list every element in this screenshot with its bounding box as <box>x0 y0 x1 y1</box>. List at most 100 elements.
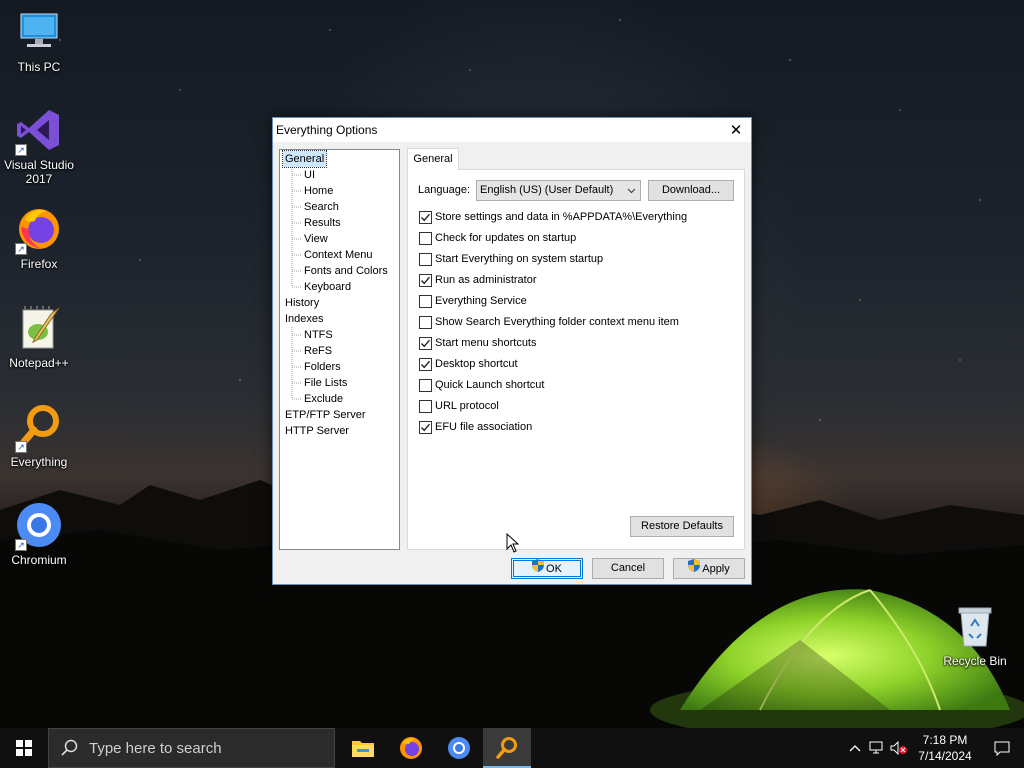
desktop-icon-notepadpp[interactable]: Notepad++ <box>0 304 78 370</box>
tree-item-indexes[interactable]: Indexes <box>283 311 326 327</box>
checkmark-icon <box>420 423 431 431</box>
recycle-bin-icon <box>951 602 999 650</box>
this-pc-icon <box>15 8 63 56</box>
language-value: English (US) (User Default) <box>480 184 614 196</box>
close-button[interactable]: ✕ <box>721 118 751 142</box>
checkbox-checked[interactable] <box>419 210 432 224</box>
tree-item-ui[interactable]: UI <box>302 167 317 183</box>
option-row[interactable]: EFU file association <box>419 419 532 435</box>
option-row[interactable]: Desktop shortcut <box>419 356 518 372</box>
checkbox-unchecked[interactable] <box>419 231 432 245</box>
shortcut-arrow-icon: ↗ <box>15 243 27 255</box>
tree-item-fonts-and-colors[interactable]: Fonts and Colors <box>302 263 390 279</box>
option-label: Check for updates on startup <box>435 232 577 244</box>
chromium-icon: ↗ <box>15 501 63 551</box>
chevron-up-icon[interactable] <box>844 744 866 752</box>
tree-item-keyboard[interactable]: Keyboard <box>302 279 353 295</box>
option-label: Everything Service <box>435 295 527 307</box>
options-tree[interactable]: General UI Home Search Results View Cont… <box>279 149 400 550</box>
option-row[interactable]: Run as administrator <box>419 272 537 288</box>
download-button[interactable]: Download... <box>648 180 734 201</box>
chromium-icon <box>448 737 470 759</box>
desktop-icon-label: Chromium <box>11 553 67 567</box>
option-row[interactable]: Everything Service <box>419 293 527 309</box>
everything-icon: ↗ <box>15 403 63 453</box>
ok-button[interactable]: OK <box>511 558 583 579</box>
option-label: EFU file association <box>435 421 533 433</box>
option-row[interactable]: Start Everything on system startup <box>419 251 603 267</box>
checkmark-icon <box>420 339 431 347</box>
option-row[interactable]: Start menu shortcuts <box>419 335 537 351</box>
start-button[interactable] <box>0 728 48 768</box>
taskbar-app-firefox[interactable] <box>387 728 435 768</box>
checkmark-icon <box>420 360 431 368</box>
desktop-icon-chromium[interactable]: ↗ Chromium <box>0 501 78 567</box>
taskbar-app-chromium[interactable] <box>435 728 483 768</box>
network-icon[interactable] <box>866 741 888 755</box>
option-label: Run as administrator <box>435 274 537 286</box>
taskbar-search-box[interactable]: Type here to search <box>48 728 335 768</box>
checkbox-unchecked[interactable] <box>419 294 432 308</box>
tree-item-ntfs[interactable]: NTFS <box>302 327 335 343</box>
tree-item-results[interactable]: Results <box>302 215 343 231</box>
restore-defaults-button[interactable]: Restore Defaults <box>630 516 734 537</box>
firefox-icon: ↗ <box>15 205 63 255</box>
option-row[interactable]: Store settings and data in %APPDATA%\Eve… <box>419 209 687 225</box>
tree-item-refs[interactable]: ReFS <box>302 343 334 359</box>
taskbar-clock[interactable]: 7:18 PM 7/14/2024 <box>910 732 980 764</box>
uac-shield-icon <box>688 559 701 579</box>
dialog-titlebar[interactable]: Everything Options ✕ <box>273 118 751 142</box>
tab-general[interactable]: General <box>407 148 459 170</box>
checkbox-unchecked[interactable] <box>419 252 432 266</box>
folder-icon <box>352 741 374 757</box>
checkbox-unchecked[interactable] <box>419 315 432 329</box>
checkbox-unchecked[interactable] <box>419 399 432 413</box>
tree-item-history[interactable]: History <box>283 295 321 311</box>
desktop-icon-this-pc[interactable]: This PC <box>0 8 78 74</box>
desktop-icon-label: Visual Studio 2017 <box>4 158 74 186</box>
taskbar: Type here to search 7:18 PM 7/14/2024 <box>0 728 1024 768</box>
language-label: Language: <box>418 184 470 196</box>
tree-item-context-menu[interactable]: Context Menu <box>302 247 374 263</box>
desktop-icon-visual-studio[interactable]: ↗ Visual Studio 2017 <box>0 106 78 186</box>
windows-logo-icon <box>16 740 32 756</box>
language-select[interactable]: English (US) (User Default) <box>476 180 641 201</box>
tree-item-file-lists[interactable]: File Lists <box>302 375 349 391</box>
option-row[interactable]: Check for updates on startup <box>419 230 576 246</box>
taskbar-app-everything[interactable] <box>483 728 531 768</box>
everything-icon <box>496 737 517 759</box>
notepadpp-icon <box>15 304 63 352</box>
option-row[interactable]: Show Search Everything folder context me… <box>419 314 679 330</box>
desktop-icon-everything[interactable]: ↗ Everything <box>0 403 78 469</box>
checkbox-checked[interactable] <box>419 420 432 434</box>
desktop-icon-recycle-bin[interactable]: Recycle Bin <box>936 602 1014 668</box>
apply-button[interactable]: Apply <box>673 558 745 579</box>
desktop-icon-firefox[interactable]: ↗ Firefox <box>0 205 78 271</box>
close-icon: ✕ <box>729 122 743 139</box>
clock-time: 7:18 PM <box>922 733 968 747</box>
option-row[interactable]: URL protocol <box>419 398 499 414</box>
tree-item-search[interactable]: Search <box>302 199 341 215</box>
checkbox-checked[interactable] <box>419 357 432 371</box>
tree-item-exclude[interactable]: Exclude <box>302 391 345 407</box>
tree-item-home[interactable]: Home <box>302 183 335 199</box>
tree-item-folders[interactable]: Folders <box>302 359 343 375</box>
mouse-cursor-icon <box>506 533 520 553</box>
clock-date: 7/14/2024 <box>918 749 972 763</box>
search-placeholder: Type here to search <box>89 739 222 757</box>
notifications-icon[interactable] <box>980 740 1024 756</box>
tree-item-http-server[interactable]: HTTP Server <box>283 423 351 439</box>
desktop-icon-label: Recycle Bin <box>943 654 1007 668</box>
tree-item-etp-ftp-server[interactable]: ETP/FTP Server <box>283 407 367 423</box>
tree-item-general[interactable]: General <box>281 150 328 168</box>
volume-muted-icon[interactable] <box>888 741 910 755</box>
search-icon <box>61 739 78 756</box>
tree-item-view[interactable]: View <box>302 231 330 247</box>
option-row[interactable]: Quick Launch shortcut <box>419 377 544 393</box>
checkbox-checked[interactable] <box>419 273 432 287</box>
taskbar-app-file-explorer[interactable] <box>339 728 387 768</box>
checkbox-unchecked[interactable] <box>419 378 432 392</box>
checkbox-checked[interactable] <box>419 336 432 350</box>
cancel-button[interactable]: Cancel <box>592 558 664 579</box>
uac-shield-icon <box>532 559 545 579</box>
